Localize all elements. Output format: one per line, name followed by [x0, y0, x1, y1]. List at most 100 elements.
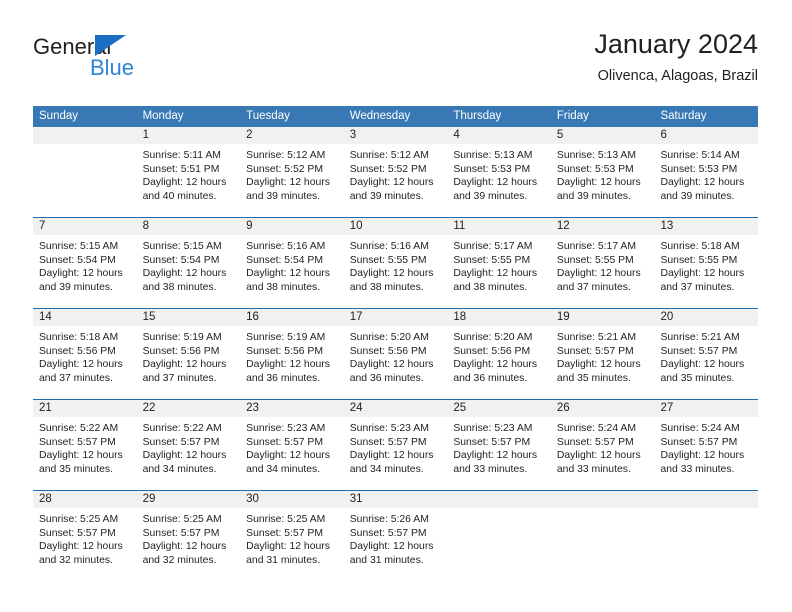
- day-details: [447, 508, 551, 513]
- day-cell[interactable]: 18 Sunrise: 5:20 AM Sunset: 5:56 PM Dayligh…: [447, 309, 551, 391]
- weekday-sunday: Sunday: [39, 110, 79, 122]
- sunset-text: Sunset: 5:57 PM: [556, 345, 634, 357]
- sunrise-text: Sunrise: 5:14 AM: [660, 150, 740, 161]
- sunset-text: Sunset: 5:57 PM: [660, 436, 738, 448]
- day-cell[interactable]: 20 Sunrise: 5:21 AM Sunset: 5:57 PM Dayligh…: [654, 309, 759, 391]
- day-cell[interactable]: 1 Sunrise: 5:11 AM Sunset: 5:51 PM Daylight…: [136, 127, 241, 209]
- daylight-text-line1: Daylight: 12 hours: [349, 541, 434, 552]
- day-cell[interactable]: 12 Sunrise: 5:17 AM Sunset: 5:55 PM Dayligh…: [550, 218, 655, 300]
- day-number: 6: [654, 127, 759, 144]
- week-cells: 7 Sunrise: 5:15 AM Sunset: 5:54 PM Daylight…: [33, 218, 759, 300]
- sunset-text: Sunset: 5:52 PM: [246, 163, 323, 175]
- day-cell[interactable]: 21 Sunrise: 5:22 AM Sunset: 5:57 PM Dayligh…: [33, 400, 137, 482]
- daylight-text-line2: and 33 minutes.: [660, 463, 735, 475]
- daylight-text-line2: and 36 minutes.: [453, 372, 528, 384]
- day-cell[interactable]: 22 Sunrise: 5:22 AM Sunset: 5:57 PM Dayligh…: [136, 400, 241, 482]
- day-details: [551, 508, 655, 513]
- day-number: [654, 491, 759, 508]
- daylight-text-line1: Daylight: 12 hours: [453, 359, 538, 370]
- day-number: 27: [654, 400, 759, 417]
- sunrise-text: Sunrise: 5:19 AM: [142, 332, 222, 343]
- day-number: [550, 491, 655, 508]
- general-blue-logo[interactable]: General Blue: [33, 34, 233, 86]
- sunset-text: Sunset: 5:53 PM: [556, 163, 634, 175]
- day-number: 11: [447, 218, 551, 235]
- day-cell[interactable]: 27 Sunrise: 5:24 AM Sunset: 5:57 PM Dayligh…: [654, 400, 759, 482]
- sunrise-text: Sunrise: 5:17 AM: [556, 241, 637, 252]
- sunrise-text: Sunrise: 5:26 AM: [349, 514, 429, 525]
- day-cell[interactable]: 8 Sunrise: 5:15 AM Sunset: 5:54 PM Daylight…: [136, 218, 241, 300]
- daylight-text-line2: and 34 minutes.: [142, 463, 217, 475]
- day-cell[interactable]: 16 Sunrise: 5:19 AM Sunset: 5:56 PM Dayligh…: [240, 309, 344, 391]
- sunrise-text: Sunrise: 5:18 AM: [660, 241, 740, 252]
- daylight-text-line2: and 38 minutes.: [349, 281, 424, 293]
- sunrise-text: Sunrise: 5:11 AM: [142, 150, 221, 161]
- day-number: 7: [33, 218, 137, 235]
- day-details: Sunrise: 5:20 AM Sunset: 5:56 PM Daylight:…: [344, 326, 448, 385]
- day-cell[interactable]: 31 Sunrise: 5:26 AM Sunset: 5:57 PM Dayligh…: [343, 491, 448, 573]
- daylight-text-line2: and 38 minutes.: [142, 281, 217, 293]
- day-cell[interactable]: 26 Sunrise: 5:24 AM Sunset: 5:57 PM Dayligh…: [550, 400, 655, 482]
- sunrise-text: Sunrise: 5:19 AM: [246, 332, 326, 343]
- daylight-text-line2: and 39 minutes.: [556, 190, 631, 202]
- daylight-text-line1: Daylight: 12 hours: [39, 450, 123, 461]
- day-details: Sunrise: 5:18 AM Sunset: 5:55 PM Daylight:…: [654, 235, 758, 294]
- day-cell[interactable]: 6 Sunrise: 5:14 AM Sunset: 5:53 PM Daylight…: [654, 127, 759, 209]
- day-cell[interactable]: 10 Sunrise: 5:16 AM Sunset: 5:55 PM Dayligh…: [343, 218, 448, 300]
- day-details: Sunrise: 5:13 AM Sunset: 5:53 PM Daylight:…: [447, 144, 551, 203]
- day-cell[interactable]: 29 Sunrise: 5:25 AM Sunset: 5:57 PM Dayligh…: [136, 491, 241, 573]
- sunrise-text: Sunrise: 5:25 AM: [142, 514, 222, 525]
- day-cell[interactable]: 17 Sunrise: 5:20 AM Sunset: 5:56 PM Dayligh…: [343, 309, 448, 391]
- day-cell[interactable]: 30 Sunrise: 5:25 AM Sunset: 5:57 PM Dayligh…: [240, 491, 344, 573]
- sunset-text: Sunset: 5:56 PM: [246, 345, 323, 357]
- day-details: Sunrise: 5:19 AM Sunset: 5:56 PM Daylight:…: [240, 326, 344, 385]
- sunset-text: Sunset: 5:56 PM: [39, 345, 116, 357]
- day-cell[interactable]: 24 Sunrise: 5:23 AM Sunset: 5:57 PM Dayligh…: [343, 400, 448, 482]
- day-cell[interactable]: 9 Sunrise: 5:16 AM Sunset: 5:54 PM Daylight…: [240, 218, 344, 300]
- day-cell[interactable]: 7 Sunrise: 5:15 AM Sunset: 5:54 PM Daylight…: [33, 218, 137, 300]
- day-details: Sunrise: 5:14 AM Sunset: 5:53 PM Daylight:…: [654, 144, 758, 203]
- day-cell[interactable]: 25 Sunrise: 5:23 AM Sunset: 5:57 PM Dayligh…: [447, 400, 551, 482]
- day-cell[interactable]: 15 Sunrise: 5:19 AM Sunset: 5:56 PM Dayligh…: [136, 309, 241, 391]
- day-details: Sunrise: 5:23 AM Sunset: 5:57 PM Daylight:…: [344, 417, 448, 476]
- day-details: Sunrise: 5:11 AM Sunset: 5:51 PM Daylight:…: [137, 144, 241, 203]
- day-number: 26: [550, 400, 655, 417]
- sunset-text: Sunset: 5:53 PM: [660, 163, 738, 175]
- day-cell-empty: [33, 127, 137, 209]
- day-cell[interactable]: 28 Sunrise: 5:25 AM Sunset: 5:57 PM Dayligh…: [33, 491, 137, 573]
- day-number: 19: [550, 309, 655, 326]
- daylight-text-line1: Daylight: 12 hours: [39, 268, 123, 279]
- day-number: 20: [654, 309, 759, 326]
- daylight-text-line2: and 32 minutes.: [39, 554, 113, 566]
- daylight-text-line2: and 38 minutes.: [453, 281, 528, 293]
- sunset-text: Sunset: 5:55 PM: [556, 254, 634, 266]
- sunrise-text: Sunrise: 5:13 AM: [556, 150, 637, 161]
- sunrise-text: Sunrise: 5:24 AM: [556, 423, 637, 434]
- week-cells: 21 Sunrise: 5:22 AM Sunset: 5:57 PM Dayligh…: [33, 400, 759, 482]
- sunrise-text: Sunrise: 5:15 AM: [142, 241, 222, 252]
- day-cell[interactable]: 23 Sunrise: 5:23 AM Sunset: 5:57 PM Dayligh…: [240, 400, 344, 482]
- day-cell[interactable]: 13 Sunrise: 5:18 AM Sunset: 5:55 PM Dayligh…: [654, 218, 759, 300]
- day-details: Sunrise: 5:19 AM Sunset: 5:56 PM Daylight:…: [137, 326, 241, 385]
- day-details: Sunrise: 5:16 AM Sunset: 5:54 PM Daylight:…: [240, 235, 344, 294]
- daylight-text-line1: Daylight: 12 hours: [142, 359, 227, 370]
- day-cell[interactable]: 14 Sunrise: 5:18 AM Sunset: 5:56 PM Dayligh…: [33, 309, 137, 391]
- daylight-text-line2: and 35 minutes.: [660, 372, 735, 384]
- day-cell[interactable]: 5 Sunrise: 5:13 AM Sunset: 5:53 PM Daylight…: [550, 127, 655, 209]
- title-block: January 2024 Olivenca, Alagoas, Brazil: [594, 28, 758, 85]
- day-cell[interactable]: 3 Sunrise: 5:12 AM Sunset: 5:52 PM Daylight…: [343, 127, 448, 209]
- sunrise-text: Sunrise: 5:24 AM: [660, 423, 740, 434]
- daylight-text-line2: and 33 minutes.: [556, 463, 631, 475]
- day-cell[interactable]: 19 Sunrise: 5:21 AM Sunset: 5:57 PM Dayligh…: [550, 309, 655, 391]
- daylight-text-line2: and 36 minutes.: [246, 372, 321, 384]
- daylight-text-line1: Daylight: 12 hours: [142, 268, 227, 279]
- daylight-text-line2: and 35 minutes.: [39, 463, 113, 475]
- day-cell[interactable]: 2 Sunrise: 5:12 AM Sunset: 5:52 PM Daylight…: [240, 127, 344, 209]
- day-number: 31: [343, 491, 448, 508]
- daylight-text-line1: Daylight: 12 hours: [349, 359, 434, 370]
- day-number: 25: [447, 400, 551, 417]
- day-cell[interactable]: 4 Sunrise: 5:13 AM Sunset: 5:53 PM Daylight…: [447, 127, 551, 209]
- daylight-text-line1: Daylight: 12 hours: [660, 450, 745, 461]
- sunset-text: Sunset: 5:57 PM: [142, 436, 220, 448]
- day-cell[interactable]: 11 Sunrise: 5:17 AM Sunset: 5:55 PM Dayligh…: [447, 218, 551, 300]
